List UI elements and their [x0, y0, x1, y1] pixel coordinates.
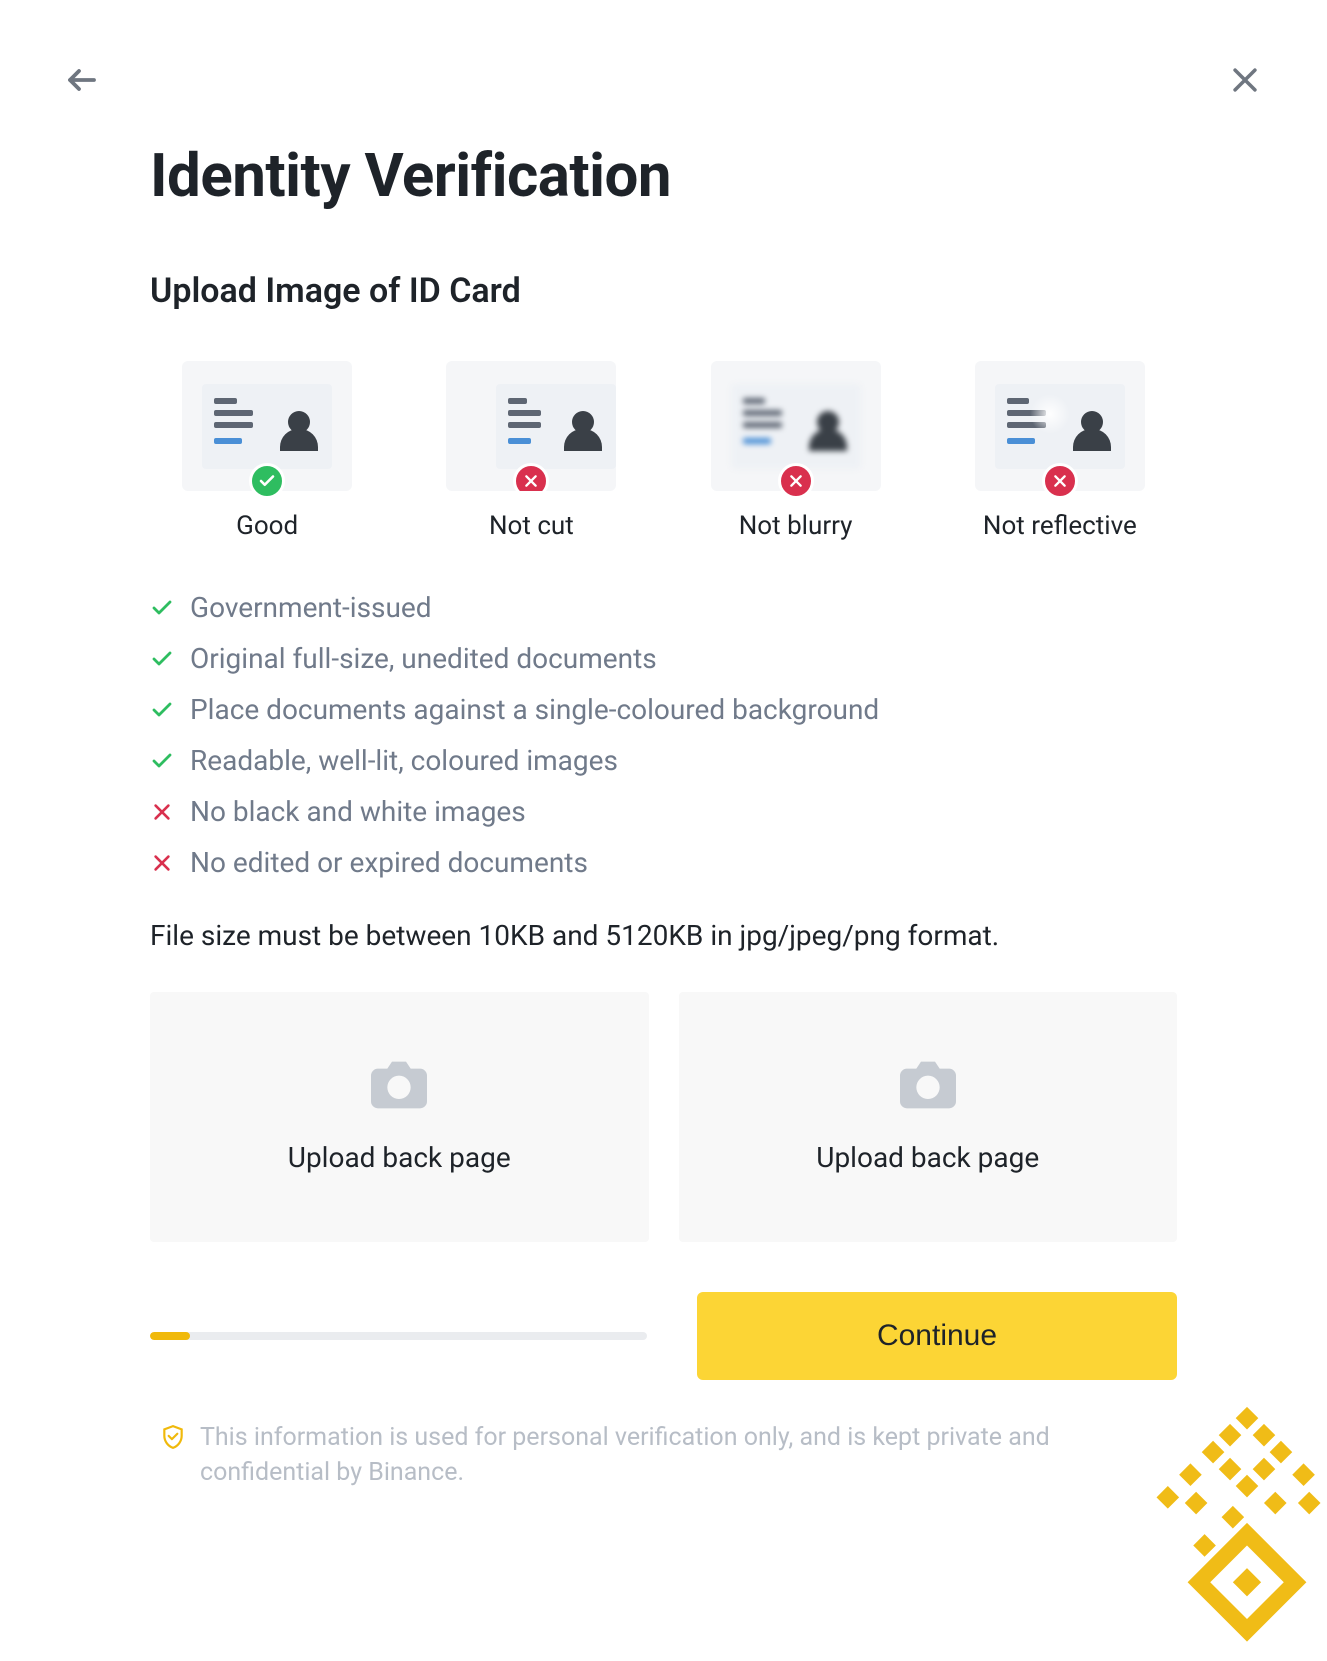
arrow-left-icon — [64, 62, 100, 98]
example-label: Not cut — [489, 511, 574, 541]
example-label: Not reflective — [983, 511, 1137, 541]
rule-text: Place documents against a single-coloure… — [190, 693, 879, 726]
disclaimer-text: This information is used for personal ve… — [200, 1420, 1177, 1490]
x-icon — [513, 463, 549, 491]
x-icon — [150, 851, 174, 875]
shield-check-icon — [160, 1424, 186, 1454]
x-icon — [150, 800, 174, 824]
check-icon — [249, 463, 285, 499]
rule-text: No edited or expired documents — [190, 846, 588, 879]
rule-item: No edited or expired documents — [150, 846, 1177, 879]
example-label: Not blurry — [739, 511, 853, 541]
upload-label: Upload back page — [288, 1141, 511, 1174]
example-label: Good — [236, 511, 298, 541]
rules-list: Government-issued Original full-size, un… — [150, 591, 1177, 879]
example-card — [182, 361, 352, 491]
x-icon — [1042, 463, 1078, 499]
rule-text: Original full-size, unedited documents — [190, 642, 657, 675]
close-button[interactable] — [1225, 60, 1265, 100]
rule-item: Government-issued — [150, 591, 1177, 624]
check-icon — [150, 749, 174, 773]
example-card — [711, 361, 881, 491]
progress-bar — [150, 1332, 647, 1340]
back-button[interactable] — [62, 60, 102, 100]
example-not-cut: Not cut — [414, 361, 648, 541]
close-icon — [1228, 63, 1262, 97]
check-icon — [150, 647, 174, 671]
check-icon — [150, 698, 174, 722]
check-icon — [150, 596, 174, 620]
continue-button[interactable]: Continue — [697, 1292, 1177, 1380]
example-not-blurry: Not blurry — [679, 361, 913, 541]
rule-item: Original full-size, unedited documents — [150, 642, 1177, 675]
example-card — [975, 361, 1145, 491]
page-title: Identity Verification — [150, 140, 1177, 211]
upload-label: Upload back page — [816, 1141, 1039, 1174]
rule-item: Readable, well-lit, coloured images — [150, 744, 1177, 777]
progress-fill — [150, 1332, 190, 1340]
rule-item: No black and white images — [150, 795, 1177, 828]
x-icon — [778, 463, 814, 499]
examples-row: Good Not cut — [150, 361, 1177, 541]
upload-back-left[interactable]: Upload back page — [150, 992, 649, 1242]
rule-item: Place documents against a single-coloure… — [150, 693, 1177, 726]
rule-text: Readable, well-lit, coloured images — [190, 744, 618, 777]
page-subtitle: Upload Image of ID Card — [150, 271, 1177, 311]
example-good: Good — [150, 361, 384, 541]
example-not-reflective: Not reflective — [943, 361, 1177, 541]
example-card — [446, 361, 616, 491]
camera-icon — [900, 1061, 956, 1113]
camera-icon — [371, 1061, 427, 1113]
rule-text: No black and white images — [190, 795, 526, 828]
disclaimer: This information is used for personal ve… — [150, 1420, 1177, 1490]
upload-back-right[interactable]: Upload back page — [679, 992, 1178, 1242]
file-size-note: File size must be between 10KB and 5120K… — [150, 919, 1177, 952]
rule-text: Government-issued — [190, 591, 432, 624]
